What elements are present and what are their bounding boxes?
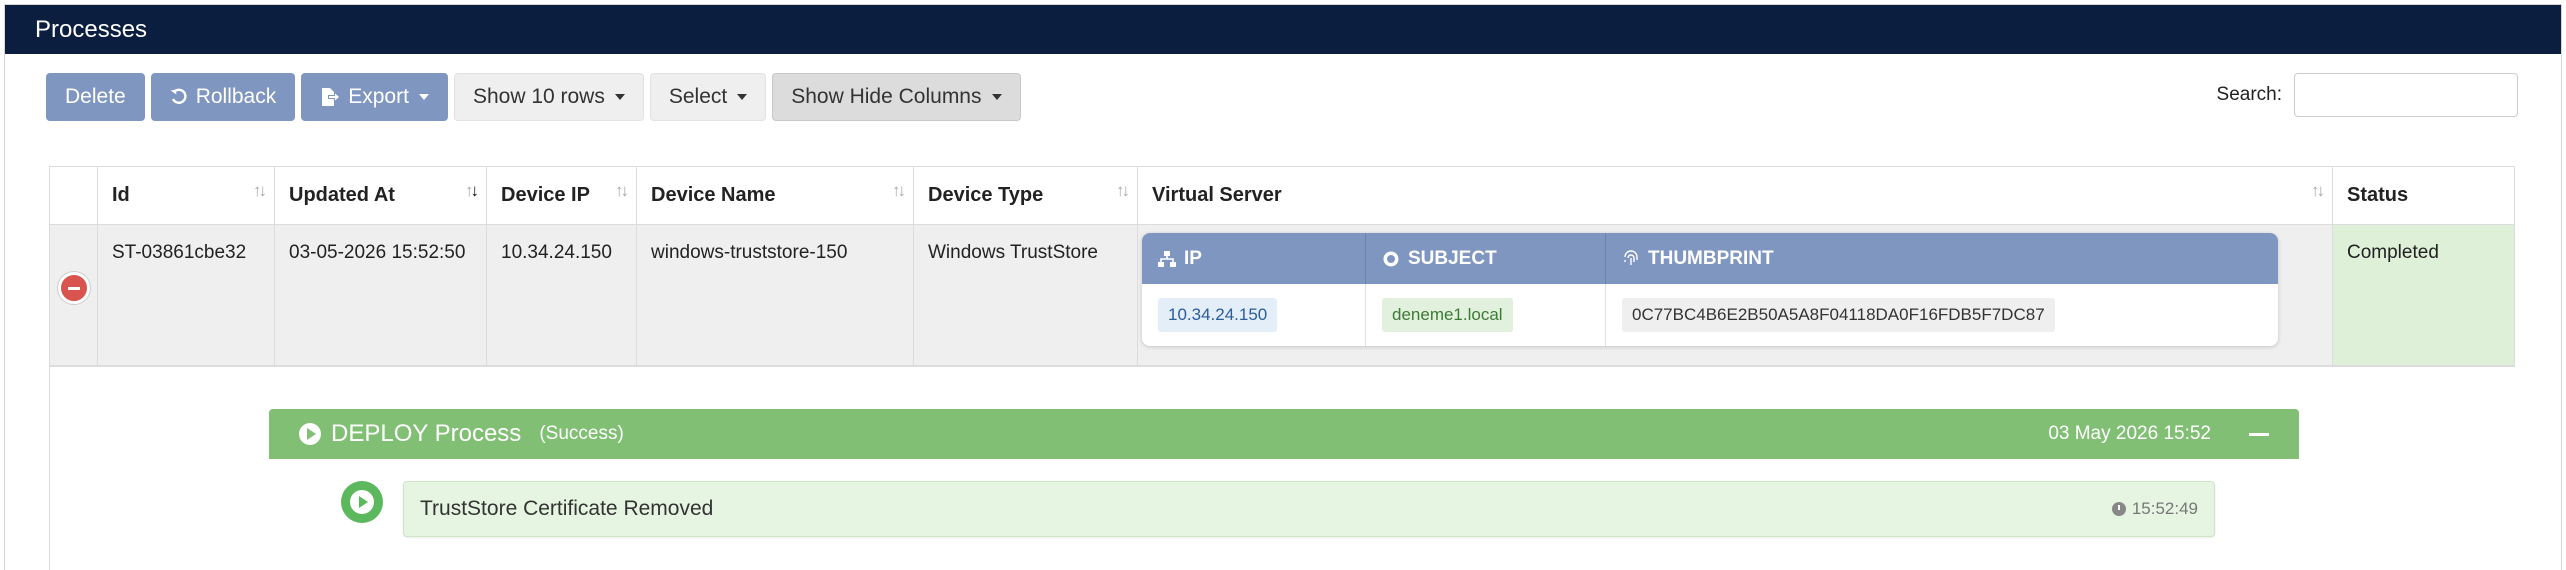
file-export-icon: [320, 87, 340, 107]
header-virtual-server[interactable]: Virtual Server ↑↓: [1138, 167, 2333, 224]
rollback-button[interactable]: Rollback: [150, 73, 296, 121]
fingerprint-icon: [1622, 249, 1640, 268]
cell-device-type: Windows TrustStore: [914, 225, 1138, 365]
header-device-ip[interactable]: Device IP ↑↓: [487, 167, 637, 224]
select-dropdown[interactable]: Select: [649, 73, 767, 121]
event-time: 15:52:49: [2131, 499, 2198, 518]
collapse-minus-icon[interactable]: [2249, 432, 2269, 436]
vs-subject-value: deneme1.local: [1382, 298, 1513, 332]
timeline-event: TrustStore Certificate Removed 15:52:49: [403, 481, 2215, 537]
deploy-process-title-group: DEPLOY Process (Success): [299, 420, 624, 448]
header-device-name[interactable]: Device Name ↑↓: [637, 167, 914, 224]
sort-icon[interactable]: ↑↓: [253, 181, 267, 201]
vs-thumbprint-value: 0C77BC4B6E2B50A5A8F04118DA0F16FDB5F7DC87: [1622, 298, 2055, 332]
header-device-ip-label: Device IP: [501, 184, 590, 206]
sort-icon[interactable]: ↑↓: [615, 181, 629, 201]
caret-down-icon: [991, 94, 1002, 100]
deploy-process-bar: DEPLOY Process (Success) 03 May 2026 15:…: [269, 409, 2299, 459]
show-hide-columns-label: Show Hide Columns: [791, 85, 982, 108]
collapse-row-icon[interactable]: [57, 272, 90, 304]
vs-ip-value: 10.34.24.150: [1158, 298, 1278, 332]
header-control: [50, 167, 98, 224]
caret-down-icon: [737, 94, 748, 100]
header-updated-at[interactable]: Updated At ↑↓: [275, 167, 487, 224]
vs-header-ip: IP: [1142, 233, 1366, 284]
sort-icon[interactable]: ↑↓: [892, 181, 906, 201]
show-hide-columns-dropdown[interactable]: Show Hide Columns: [772, 73, 1021, 121]
caret-down-icon: [418, 94, 429, 100]
header-device-type-label: Device Type: [928, 184, 1044, 206]
undo-icon: [170, 88, 188, 106]
cell-status: Completed: [2333, 225, 2514, 365]
event-time-group: 15:52:49: [2111, 499, 2198, 519]
vs-header-subject-label: SUBJECT: [1408, 247, 1497, 269]
cell-id: ST-03861cbe32: [98, 225, 275, 365]
vs-header-subject: SUBJECT: [1366, 233, 1606, 284]
delete-button[interactable]: Delete: [46, 73, 145, 121]
event-text: TrustStore Certificate Removed: [420, 497, 714, 520]
detail-border: [49, 363, 50, 570]
header-id-label: Id: [112, 184, 130, 206]
certificate-icon: [1382, 250, 1400, 268]
show-rows-dropdown[interactable]: Show 10 rows: [453, 73, 644, 121]
clock-icon: [2111, 502, 2126, 516]
cell-updated-at: 03-05-2026 15:52:50: [275, 225, 487, 365]
header-device-name-label: Device Name: [651, 184, 776, 206]
delete-button-label: Delete: [65, 85, 126, 108]
sort-icon[interactable]: ↑↓: [1116, 181, 1130, 201]
header-updated-at-label: Updated At: [289, 184, 395, 206]
header-id[interactable]: Id ↑↓: [98, 167, 275, 224]
deploy-process-status: (Success): [539, 423, 624, 444]
show-rows-label: Show 10 rows: [472, 85, 605, 108]
sort-icon[interactable]: ↑↓: [2311, 181, 2325, 201]
virtual-server-header: IP SUBJECT THUMBPRINT: [1142, 233, 2278, 284]
toolbar: Delete Rollback Export Show 10 rows Sele…: [46, 73, 1021, 121]
cell-device-name: windows-truststore-150: [637, 225, 914, 365]
vs-header-thumbprint-label: THUMBPRINT: [1648, 247, 1774, 269]
cell-virtual-server: IP SUBJECT THUMBPRINT 10.34.24.150 denem…: [1138, 225, 2333, 365]
search-label: Search:: [2216, 84, 2282, 105]
vs-ip-cell: 10.34.24.150: [1142, 284, 1366, 346]
vs-header-ip-label: IP: [1184, 247, 1202, 269]
search-input[interactable]: [2294, 73, 2518, 117]
vs-thumbprint-cell: 0C77BC4B6E2B50A5A8F04118DA0F16FDB5F7DC87: [1606, 284, 2278, 346]
rollback-button-label: Rollback: [195, 85, 277, 108]
row-control-cell: [50, 225, 98, 365]
header-virtual-server-label: Virtual Server: [1152, 184, 1282, 206]
vs-header-thumbprint: THUMBPRINT: [1606, 233, 2278, 284]
sort-desc-icon[interactable]: ↑↓: [465, 181, 479, 201]
virtual-server-row: 10.34.24.150 deneme1.local 0C77BC4B6E2B5…: [1142, 284, 2278, 346]
play-circle-icon: [299, 423, 321, 445]
header-status-label: Status: [2347, 184, 2409, 206]
search-area: Search:: [2217, 73, 2518, 117]
vs-subject-cell: deneme1.local: [1366, 284, 1606, 346]
table-header: Id ↑↓ Updated At ↑↓ Device IP ↑↓ Device …: [50, 167, 2514, 225]
export-button[interactable]: Export: [301, 73, 448, 121]
deploy-process-date: 03 May 2026 15:52: [2048, 423, 2211, 444]
panel-title: Processes: [5, 5, 2561, 54]
caret-down-icon: [614, 94, 625, 100]
table-row[interactable]: ST-03861cbe32 03-05-2026 15:52:50 10.34.…: [50, 225, 2514, 366]
network-icon: [1158, 250, 1176, 267]
timeline-play-icon: [341, 481, 383, 523]
header-status[interactable]: Status: [2333, 167, 2514, 224]
select-label: Select: [668, 85, 728, 108]
processes-table: Id ↑↓ Updated At ↑↓ Device IP ↑↓ Device …: [49, 166, 2515, 367]
export-button-label: Export: [348, 85, 409, 108]
virtual-server-table: IP SUBJECT THUMBPRINT 10.34.24.150 denem…: [1142, 233, 2278, 346]
cell-device-ip: 10.34.24.150: [487, 225, 637, 365]
deploy-process-title: DEPLOY Process: [331, 420, 522, 447]
header-device-type[interactable]: Device Type ↑↓: [914, 167, 1138, 224]
